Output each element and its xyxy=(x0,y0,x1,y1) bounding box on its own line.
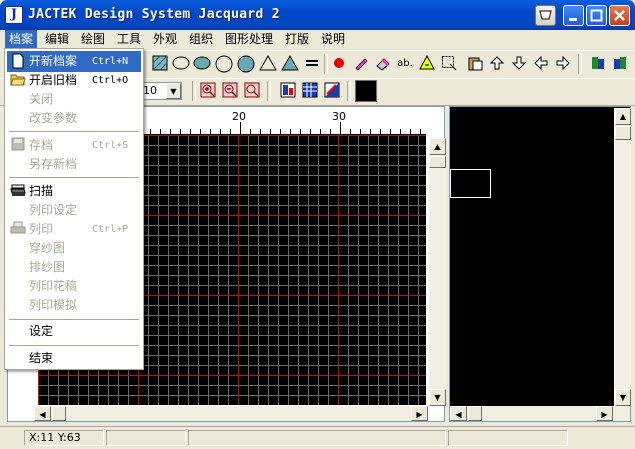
preview-horizontal-scrollbar[interactable]: ◀ ▶ xyxy=(450,406,630,421)
arrow-right-icon[interactable] xyxy=(554,55,572,73)
text-tool-icon[interactable]: ab. xyxy=(396,55,414,73)
zoom-value: 10 xyxy=(143,84,157,97)
menu-graphics[interactable]: 图形处理 xyxy=(221,30,277,48)
zoom-select[interactable]: 10 ▼ xyxy=(140,82,182,100)
menu-edit[interactable]: 编辑 xyxy=(41,30,73,48)
scroll-up-icon[interactable]: ▲ xyxy=(615,108,631,125)
menu-item-yarn-arrangement[interactable]: 排纱图 xyxy=(7,257,141,278)
zoom-fit-icon[interactable] xyxy=(243,82,261,100)
chevron-down-icon[interactable]: ▼ xyxy=(166,83,181,99)
arrow-down-icon[interactable] xyxy=(510,55,528,73)
menu-separator xyxy=(9,345,139,346)
menu-help[interactable]: 说明 xyxy=(317,30,349,48)
scroll-left-icon[interactable]: ◀ xyxy=(34,406,51,421)
cursor-coordinates: X:11 Y:63 xyxy=(24,430,104,446)
preview-vertical-scrollbar[interactable]: ▲ ▼ xyxy=(614,108,631,406)
menu-organize[interactable]: 组织 xyxy=(185,30,217,48)
menu-item-change-params[interactable]: 改变参数 xyxy=(7,108,141,129)
fill-left-icon[interactable] xyxy=(589,55,607,73)
filled-triangle-icon[interactable] xyxy=(281,54,299,73)
menu-item-settings[interactable]: 设定 xyxy=(7,321,141,342)
menu-bar: 档案 编辑 绘图 工具 外观 组织 图形处理 打版 说明 xyxy=(0,30,635,48)
window-title: JACTEK Design System Jacquard 2 xyxy=(28,7,280,22)
menu-separator xyxy=(9,177,139,178)
printer-icon xyxy=(10,221,26,237)
ruler-label: 20 xyxy=(232,110,246,123)
minimize-button[interactable] xyxy=(563,5,584,26)
menu-item-print[interactable]: 列印 Ctrl+P xyxy=(7,219,141,240)
scroll-thumb[interactable] xyxy=(615,126,631,140)
menu-separator xyxy=(9,319,139,320)
paste-icon[interactable] xyxy=(466,55,484,73)
scroll-thumb[interactable] xyxy=(52,406,66,421)
menu-item-threading-diagram[interactable]: 穿纱图 xyxy=(7,238,141,259)
scroll-right-icon[interactable]: ▶ xyxy=(411,406,428,421)
zoom-in-icon[interactable] xyxy=(199,82,217,100)
menu-item-print-simulation[interactable]: 列印模拟 xyxy=(7,295,141,316)
zoom-out-icon[interactable] xyxy=(221,82,239,100)
menu-item-open[interactable]: 开启旧档 Ctrl+O xyxy=(7,70,141,91)
scroll-down-icon[interactable]: ▼ xyxy=(429,389,446,406)
current-color-swatch[interactable] xyxy=(355,80,377,102)
menu-pattern[interactable]: 打版 xyxy=(281,30,313,48)
canvas-vertical-scrollbar[interactable]: ▲ ▼ xyxy=(428,138,446,406)
open-folder-icon xyxy=(10,72,26,88)
status-cell xyxy=(106,430,186,446)
scroll-right-icon[interactable]: ▶ xyxy=(596,406,613,421)
menu-item-scan[interactable]: 扫描 xyxy=(7,181,141,202)
status-cell xyxy=(448,430,568,446)
status-bar: X:11 Y:63 xyxy=(0,426,635,449)
filled-ellipse-icon[interactable] xyxy=(193,55,211,73)
filled-circle-icon[interactable] xyxy=(237,55,255,73)
scroll-up-icon[interactable]: ▲ xyxy=(429,138,446,155)
hatch-rect-icon[interactable] xyxy=(151,55,169,73)
lines-icon[interactable] xyxy=(303,55,321,73)
save-icon xyxy=(10,137,26,153)
status-cell xyxy=(188,430,446,446)
view-mode-3-icon[interactable] xyxy=(323,82,341,100)
arrow-left-icon[interactable] xyxy=(532,55,550,73)
scroll-down-icon[interactable]: ▼ xyxy=(615,389,631,406)
select-icon[interactable] xyxy=(440,55,458,73)
triangle-icon[interactable] xyxy=(259,54,277,73)
view-mode-2-icon[interactable] xyxy=(301,82,319,100)
menu-item-save[interactable]: 存档 Ctrl+S xyxy=(7,135,141,156)
menu-item-save-as[interactable]: 另存新档 xyxy=(7,154,141,175)
close-button[interactable] xyxy=(609,5,630,26)
ellipse-icon[interactable] xyxy=(172,55,190,73)
menu-item-new[interactable]: 开新档案 Ctrl+N xyxy=(7,51,141,72)
preview-panel[interactable] xyxy=(449,106,631,422)
scanner-icon xyxy=(10,183,26,199)
menu-item-exit[interactable]: 结束 xyxy=(7,348,141,369)
preview-viewport-frame[interactable] xyxy=(450,169,491,198)
menu-tools[interactable]: 工具 xyxy=(113,30,145,48)
title-bar[interactable]: J JACTEK Design System Jacquard 2 xyxy=(0,0,635,30)
tray-icon[interactable] xyxy=(535,5,556,26)
menu-item-print-pattern[interactable]: 列印花稿 xyxy=(7,276,141,297)
scroll-thumb[interactable] xyxy=(429,156,446,168)
menu-appearance[interactable]: 外观 xyxy=(149,30,181,48)
canvas-horizontal-scrollbar[interactable]: ◀ ▶ xyxy=(34,406,428,421)
menu-separator xyxy=(9,131,139,132)
red-dot-icon[interactable] xyxy=(330,55,348,73)
circle-icon[interactable] xyxy=(215,55,233,73)
view-mode-1-icon[interactable] xyxy=(279,82,297,100)
new-file-icon xyxy=(10,53,26,69)
menu-draw[interactable]: 绘图 xyxy=(77,30,109,48)
warning-icon[interactable] xyxy=(418,54,436,73)
pencil-icon[interactable] xyxy=(352,55,370,73)
ruler-label: 30 xyxy=(332,110,346,123)
scroll-thumb[interactable] xyxy=(468,406,482,421)
arrow-up-icon[interactable] xyxy=(488,55,506,73)
menu-item-print-setup[interactable]: 列印设定 xyxy=(7,200,141,221)
file-menu-dropdown: 开新档案 Ctrl+N 开启旧档 Ctrl+O 关闭 改变参数 存档 Ctrl+… xyxy=(4,48,144,370)
eraser-icon[interactable] xyxy=(374,55,392,73)
maximize-button[interactable] xyxy=(586,5,607,26)
fill-right-icon[interactable] xyxy=(611,55,629,73)
scroll-left-icon[interactable]: ◀ xyxy=(450,406,467,421)
app-icon[interactable]: J xyxy=(5,6,23,24)
menu-file[interactable]: 档案 xyxy=(5,30,38,48)
menu-item-close[interactable]: 关闭 xyxy=(7,89,141,110)
